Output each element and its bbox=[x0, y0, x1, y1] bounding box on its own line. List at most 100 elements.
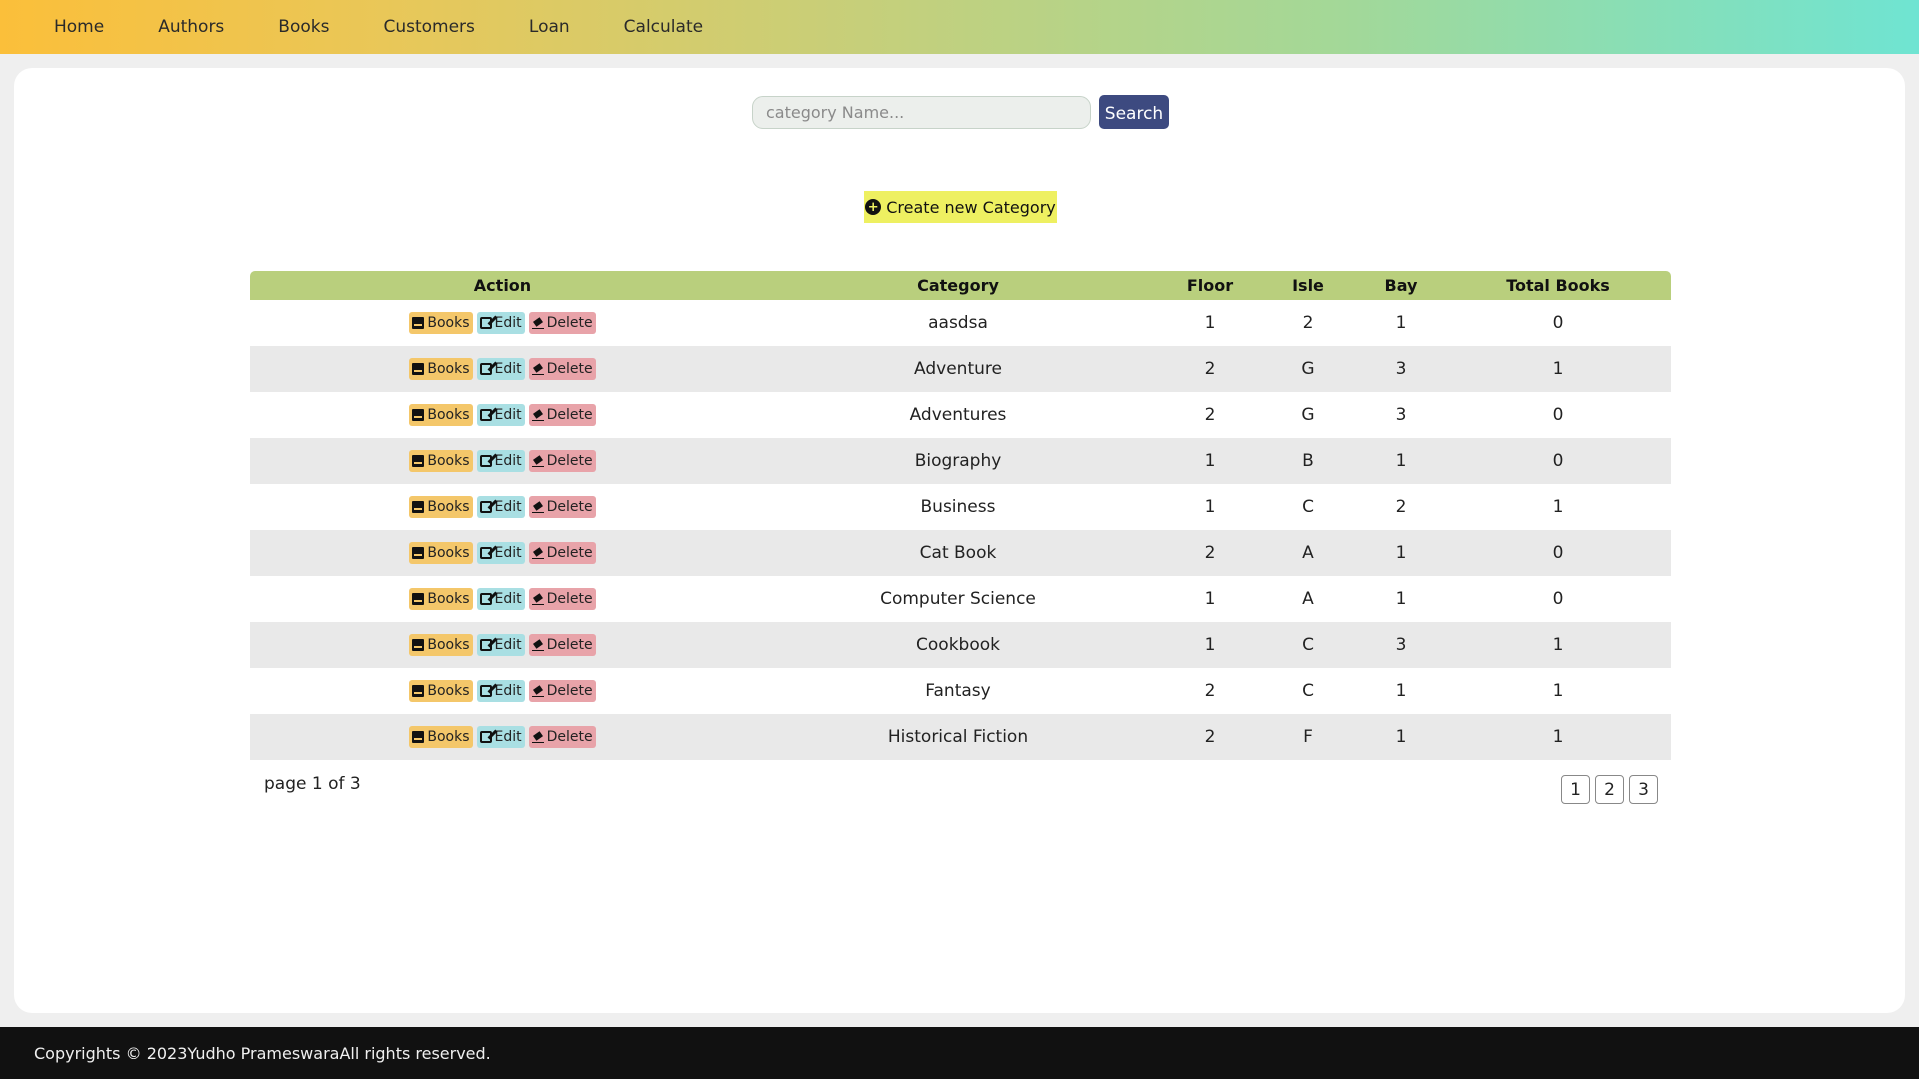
bay-cell: 1 bbox=[1395, 543, 1407, 563]
delete-button[interactable]: Delete bbox=[528, 496, 596, 518]
bay-cell: 3 bbox=[1395, 635, 1407, 655]
book-icon bbox=[412, 409, 425, 421]
isle-cell: G bbox=[1301, 405, 1315, 425]
delete-button[interactable]: Delete bbox=[528, 634, 596, 656]
books-button[interactable]: Books bbox=[409, 680, 473, 702]
floor-cell: 2 bbox=[1204, 681, 1216, 701]
edit-button[interactable]: Edit bbox=[476, 496, 525, 518]
books-button[interactable]: Books bbox=[409, 588, 473, 610]
edit-button[interactable]: Edit bbox=[476, 450, 525, 472]
action-cell: Books Edit Delete bbox=[250, 530, 755, 576]
edit-button[interactable]: Edit bbox=[476, 588, 525, 610]
search-button[interactable]: Search bbox=[1099, 95, 1169, 129]
eraser-icon bbox=[531, 317, 544, 329]
eraser-icon bbox=[531, 363, 544, 375]
eraser-icon bbox=[531, 455, 544, 467]
eraser-icon bbox=[531, 409, 544, 421]
books-button[interactable]: Books bbox=[409, 496, 473, 518]
eraser-icon bbox=[531, 639, 544, 651]
table-row: Books Edit Delete Computer Science 1 A 1… bbox=[250, 576, 1671, 622]
edit-button[interactable]: Edit bbox=[476, 312, 525, 334]
eraser-icon bbox=[531, 731, 544, 743]
edit-button[interactable]: Edit bbox=[476, 634, 525, 656]
edit-label: Edit bbox=[494, 361, 522, 377]
delete-button[interactable]: Delete bbox=[528, 588, 596, 610]
eraser-icon bbox=[531, 685, 544, 697]
books-label: Books bbox=[427, 545, 470, 561]
edit-button[interactable]: Edit bbox=[476, 358, 525, 380]
page-2-button[interactable]: 2 bbox=[1595, 775, 1624, 804]
edit-icon bbox=[479, 455, 492, 467]
bay-cell: 1 bbox=[1395, 313, 1407, 333]
nav-authors[interactable]: Authors bbox=[158, 17, 224, 37]
header-total-books: Total Books bbox=[1506, 276, 1610, 295]
edit-icon bbox=[479, 685, 492, 697]
copyright-text: Copyrights © 2023Yudho PrameswaraAll rig… bbox=[34, 1043, 491, 1063]
table-row: Books Edit Delete Cat Book 2 A 1 0 bbox=[250, 530, 1671, 576]
isle-cell: C bbox=[1302, 497, 1314, 517]
delete-button[interactable]: Delete bbox=[528, 312, 596, 334]
books-button[interactable]: Books bbox=[409, 726, 473, 748]
nav-calculate[interactable]: Calculate bbox=[624, 17, 703, 37]
table-row: Books Edit Delete Cookbook 1 C 3 1 bbox=[250, 622, 1671, 668]
floor-cell: 2 bbox=[1204, 543, 1216, 563]
book-icon bbox=[412, 731, 425, 743]
books-button[interactable]: Books bbox=[409, 358, 473, 380]
delete-button[interactable]: Delete bbox=[528, 404, 596, 426]
edit-button[interactable]: Edit bbox=[476, 680, 525, 702]
search-input[interactable] bbox=[752, 95, 1091, 129]
total-books-cell: 0 bbox=[1552, 451, 1564, 471]
nav-books[interactable]: Books bbox=[278, 17, 329, 37]
total-books-cell: 1 bbox=[1552, 359, 1564, 379]
page-1-button[interactable]: 1 bbox=[1561, 775, 1590, 804]
books-button[interactable]: Books bbox=[409, 450, 473, 472]
floor-cell: 1 bbox=[1204, 451, 1216, 471]
isle-cell: A bbox=[1302, 543, 1314, 563]
top-navbar: Home Authors Books Customers Loan Calcul… bbox=[0, 0, 1919, 54]
table-row: Books Edit Delete Adventures 2 G 3 0 bbox=[250, 392, 1671, 438]
nav-customers[interactable]: Customers bbox=[383, 17, 474, 37]
edit-button[interactable]: Edit bbox=[476, 726, 525, 748]
delete-label: Delete bbox=[546, 545, 593, 561]
category-cell: Business bbox=[920, 497, 996, 517]
create-category-button[interactable]: + Create new Category bbox=[864, 191, 1057, 223]
category-cell: aasdsa bbox=[928, 313, 988, 333]
books-button[interactable]: Books bbox=[409, 404, 473, 426]
action-cell: Books Edit Delete bbox=[250, 622, 755, 668]
delete-label: Delete bbox=[546, 315, 593, 331]
delete-button[interactable]: Delete bbox=[528, 358, 596, 380]
books-button[interactable]: Books bbox=[409, 312, 473, 334]
nav-home[interactable]: Home bbox=[54, 17, 104, 37]
book-icon bbox=[412, 363, 425, 375]
delete-button[interactable]: Delete bbox=[528, 680, 596, 702]
edit-icon bbox=[479, 547, 492, 559]
floor-cell: 2 bbox=[1204, 359, 1216, 379]
table-row: Books Edit Delete Fantasy 2 C 1 1 bbox=[250, 668, 1671, 714]
edit-button[interactable]: Edit bbox=[476, 542, 525, 564]
isle-cell: C bbox=[1302, 681, 1314, 701]
page-3-button[interactable]: 3 bbox=[1629, 775, 1658, 804]
edit-icon bbox=[479, 363, 492, 375]
bay-cell: 1 bbox=[1395, 727, 1407, 747]
books-label: Books bbox=[427, 407, 470, 423]
footer: Copyrights © 2023Yudho PrameswaraAll rig… bbox=[0, 1027, 1919, 1079]
bay-cell: 1 bbox=[1395, 589, 1407, 609]
total-books-cell: 0 bbox=[1552, 589, 1564, 609]
delete-label: Delete bbox=[546, 683, 593, 699]
edit-button[interactable]: Edit bbox=[476, 404, 525, 426]
delete-button[interactable]: Delete bbox=[528, 726, 596, 748]
delete-button[interactable]: Delete bbox=[528, 542, 596, 564]
search-bar: Search bbox=[752, 95, 1169, 129]
table-row: Books Edit Delete Business 1 C 2 1 bbox=[250, 484, 1671, 530]
delete-button[interactable]: Delete bbox=[528, 450, 596, 472]
isle-cell: C bbox=[1302, 635, 1314, 655]
pagination: 1 2 3 bbox=[1561, 775, 1658, 804]
nav-loan[interactable]: Loan bbox=[529, 17, 570, 37]
category-cell: Adventures bbox=[909, 405, 1007, 425]
header-isle: Isle bbox=[1292, 276, 1324, 295]
delete-label: Delete bbox=[546, 591, 593, 607]
edit-label: Edit bbox=[494, 407, 522, 423]
delete-label: Delete bbox=[546, 499, 593, 515]
books-button[interactable]: Books bbox=[409, 542, 473, 564]
books-button[interactable]: Books bbox=[409, 634, 473, 656]
